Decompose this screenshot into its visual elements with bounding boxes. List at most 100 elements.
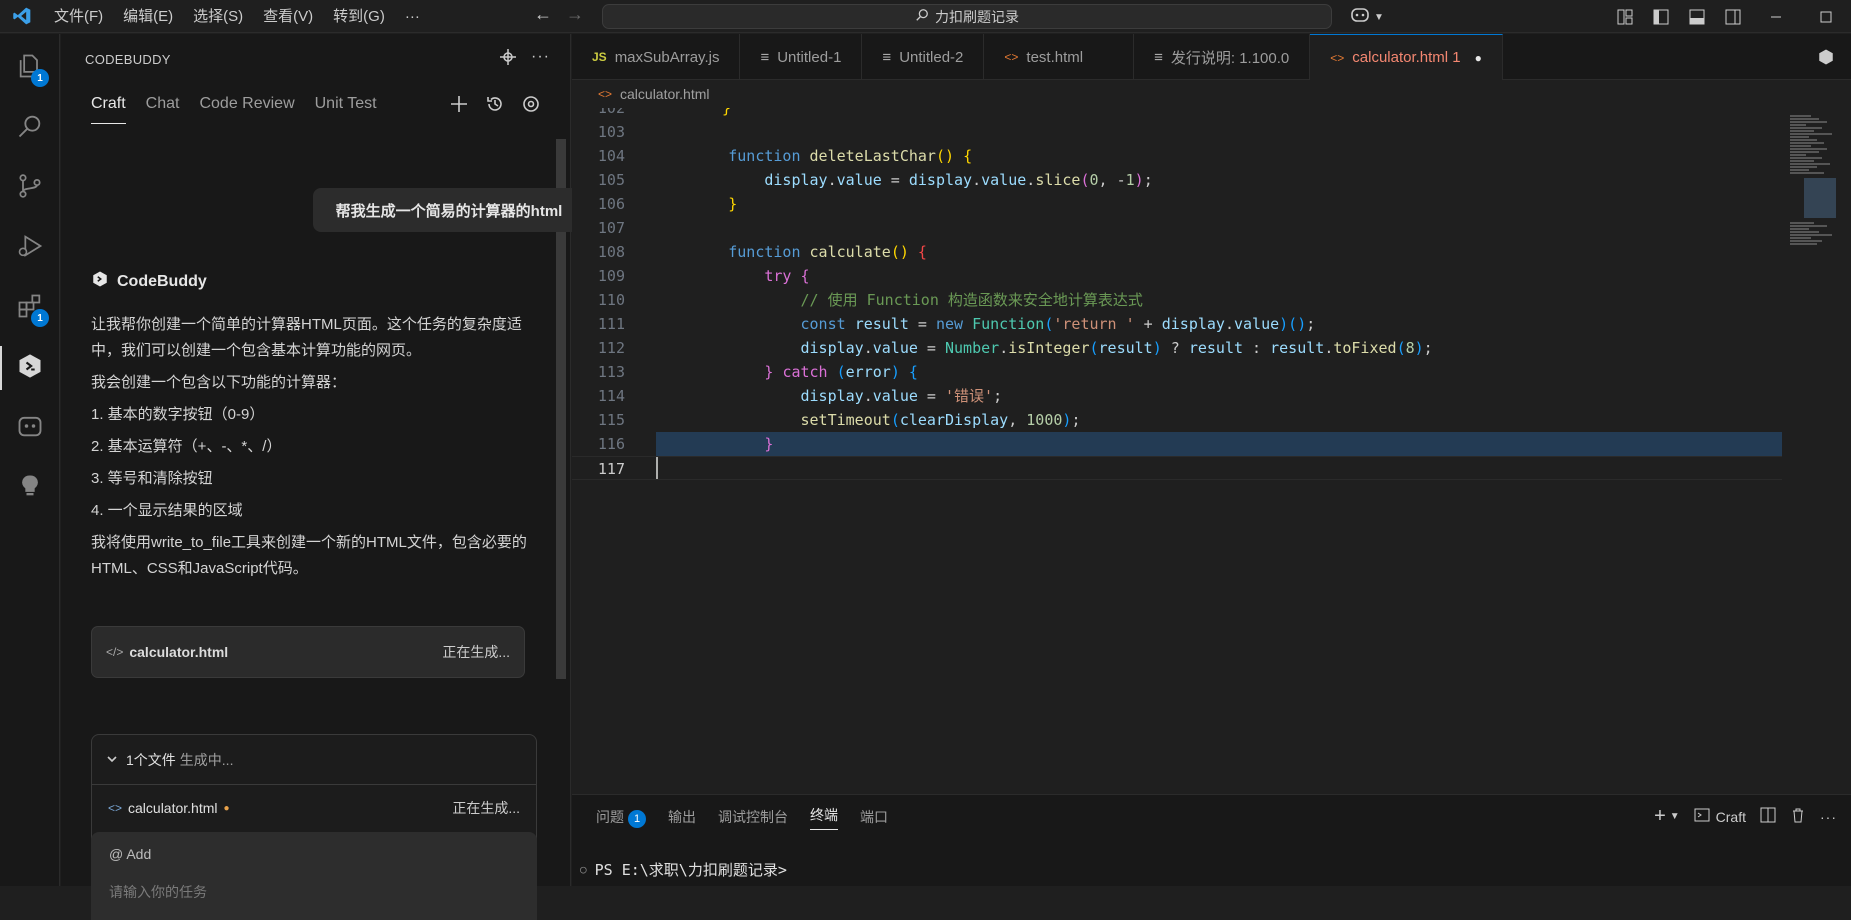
menu-file[interactable]: 文件(F) <box>44 0 113 33</box>
generating-file-name: calculator.html <box>128 800 218 816</box>
tab-label: maxSubArray.js <box>614 48 720 66</box>
code-line: 112 display.value = Number.isInteger(res… <box>572 336 1782 360</box>
toggle-primary-sidebar-icon[interactable] <box>1643 0 1679 33</box>
line-number: 116 <box>597 435 625 453</box>
codebuddy-action-icon[interactable] <box>1801 34 1851 79</box>
tab-code-review[interactable]: Code Review <box>199 84 294 124</box>
tab-test-html[interactable]: <> test.html <box>984 34 1135 80</box>
code-line: 116 } <box>572 432 1782 456</box>
codebuddy-button[interactable] <box>0 338 60 398</box>
panel-tab-ports[interactable]: 端口 <box>860 807 888 827</box>
menu-edit[interactable]: 编辑(E) <box>113 0 183 33</box>
trash-icon[interactable] <box>1790 807 1806 826</box>
file-card[interactable]: </> calculator.html 正在生成... <box>91 626 525 678</box>
menu-view[interactable]: 查看(V) <box>253 0 323 33</box>
move-icon[interactable] <box>499 48 517 70</box>
tips-button[interactable] <box>0 458 60 518</box>
terminal-name[interactable]: Craft <box>1716 809 1746 825</box>
chevron-down-icon <box>106 752 118 768</box>
source-control-button[interactable] <box>0 158 60 218</box>
html-icon: <> <box>1004 50 1019 64</box>
panel-actions: + ▼ Craft ··· <box>1654 805 1837 828</box>
assistant-paragraph: 2. 基本运算符（+、-、*、/） <box>91 438 282 455</box>
layout-controls <box>1607 0 1851 33</box>
customize-layout-icon[interactable] <box>1607 0 1643 33</box>
user-message: 帮我生成一个简易的计算器的html <box>313 188 585 232</box>
toggle-secondary-sidebar-icon[interactable] <box>1715 0 1751 33</box>
maximize-icon[interactable] <box>1801 0 1851 33</box>
panel-tab-debug-console[interactable]: 调试控制台 <box>718 807 788 827</box>
tab-untitled-1[interactable]: ≡ Untitled-1 <box>740 34 863 80</box>
code-line: 110 // 使用 Function 构造函数来安全地计算表达式 <box>572 288 1782 312</box>
minimize-icon[interactable] <box>1751 0 1801 33</box>
menu-more[interactable]: ··· <box>395 0 430 33</box>
new-terminal-icon[interactable]: + <box>1654 805 1666 828</box>
assistant-name: CodeBuddy <box>117 272 207 290</box>
source-control-icon <box>16 172 44 204</box>
back-arrow-icon[interactable]: ← <box>528 4 558 25</box>
assistant-button[interactable] <box>0 398 60 458</box>
line-number: 108 <box>597 243 625 261</box>
run-debug-button[interactable] <box>0 218 60 278</box>
tab-craft[interactable]: Craft <box>91 84 126 124</box>
tab-untitled-2[interactable]: ≡ Untitled-2 <box>862 34 985 80</box>
search-icon <box>16 112 44 144</box>
panel-tab-problems[interactable]: 问题 1 <box>596 807 646 828</box>
code-line: 103 <box>572 120 1782 144</box>
chevron-down-icon[interactable]: ▼ <box>1670 811 1680 822</box>
panel-tab-terminal[interactable]: 终端 <box>810 805 838 830</box>
menu-go[interactable]: 转到(G) <box>323 0 395 33</box>
line-number: 102 <box>597 108 625 117</box>
tab-unit-test[interactable]: Unit Test <box>315 84 377 124</box>
history-icon[interactable] <box>485 94 505 118</box>
panel-tab-label: 问题 <box>596 808 624 825</box>
panel-tab-output[interactable]: 输出 <box>668 807 696 827</box>
add-icon[interactable] <box>449 94 469 118</box>
terminal-icon <box>1694 807 1710 826</box>
codebuddy-sidebar: CODEBUDDY ··· Craft Chat Code Review Uni… <box>61 34 585 920</box>
tab-label: test.html <box>1026 48 1084 66</box>
explorer-button[interactable]: 1 <box>0 38 60 98</box>
code-icon: <> <box>108 801 123 815</box>
tab-calculator-html[interactable]: <> calculator.html 1 ● <box>1310 34 1503 80</box>
generation-state: 生成中... <box>179 751 234 768</box>
problems-badge: 1 <box>628 809 646 828</box>
tab-label: 发行说明: 1.100.0 <box>1170 49 1290 67</box>
breadcrumb[interactable]: <> calculator.html <box>572 80 1851 108</box>
minimap[interactable] <box>1782 108 1851 528</box>
tab-release-notes[interactable]: ≡ 发行说明: 1.100.0 <box>1134 34 1311 80</box>
tab-label: Untitled-2 <box>899 48 964 66</box>
copilot-button[interactable]: ▼ <box>1350 6 1384 28</box>
generation-summary[interactable]: 1个文件 生成中... <box>92 735 536 785</box>
menu-selection[interactable]: 选择(S) <box>183 0 253 33</box>
forward-arrow-icon[interactable]: → <box>560 4 590 25</box>
extensions-button[interactable]: 1 <box>0 278 60 338</box>
tab-maxsubarray[interactable]: JS maxSubArray.js <box>572 34 741 80</box>
generating-file-row[interactable]: <> calculator.html ● 正在生成... <box>92 785 536 831</box>
file-count: 1个文件 <box>126 751 176 768</box>
generating-file-status: 正在生成... <box>452 800 520 816</box>
split-terminal-icon[interactable] <box>1760 807 1776 826</box>
search-view-button[interactable] <box>0 98 60 158</box>
unsaved-dot-icon[interactable]: ● <box>1475 51 1482 65</box>
terminal[interactable]: ○ PS E:\求职\力扣刷题记录> <box>580 859 787 880</box>
terminal-prompt: PS E:\求职\力扣刷题记录> <box>594 861 787 879</box>
add-context-button[interactable]: @ Add <box>109 846 151 862</box>
selection-highlight <box>656 432 1782 456</box>
code-editor[interactable]: 102} 103 104 function deleteLastChar() {… <box>572 108 1782 528</box>
lightbulb-icon <box>16 472 44 504</box>
more-actions-icon[interactable]: ··· <box>531 48 550 70</box>
settings-icon[interactable] <box>521 94 541 118</box>
assistant-message: 让我帮你创建一个简单的计算器HTML页面。这个任务的复杂度适中，我们可以创建一个… <box>91 312 536 588</box>
toggle-panel-icon[interactable] <box>1679 0 1715 33</box>
line-number: 107 <box>597 219 625 237</box>
file-card-name: calculator.html <box>129 644 229 660</box>
lines-icon: ≡ <box>882 48 892 66</box>
task-input[interactable]: @ Add 请输入你的任务 <box>91 832 537 920</box>
terminal-status-dot-icon: ○ <box>580 863 587 876</box>
command-center-search[interactable]: 力扣刷题记录 <box>602 4 1332 29</box>
line-number: 104 <box>597 147 625 165</box>
more-actions-icon[interactable]: ··· <box>1820 809 1837 825</box>
tab-chat[interactable]: Chat <box>146 84 180 124</box>
code-line: 102} <box>572 108 1782 120</box>
